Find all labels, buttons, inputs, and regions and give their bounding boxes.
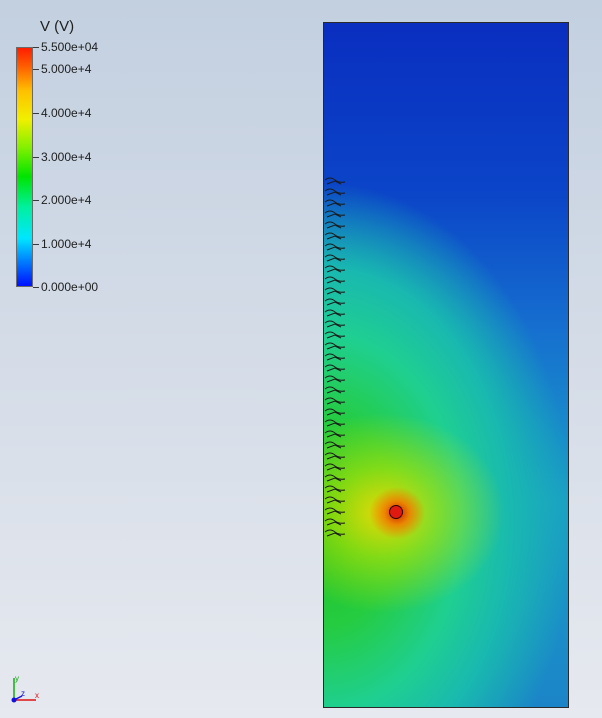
legend-tick-30000: 3.000e+4 [32,150,92,164]
mesh-mark [324,507,346,515]
legend-tick-40000: 4.000e+4 [32,106,92,120]
legend-tick-min: 0.000e+00 [32,280,99,294]
mesh-mark [324,331,346,339]
mesh-mark [324,210,346,218]
mesh-mark [324,254,346,262]
mesh-mark [324,221,346,229]
mesh-mark [324,298,346,306]
mesh-mark [324,188,346,196]
triad-origin [11,697,17,703]
mesh-mark [324,243,346,251]
mesh-mark [324,232,346,240]
mesh-mark [324,496,346,504]
mesh-mark [324,375,346,383]
simulation-viewport[interactable] [323,22,569,708]
mesh-mark [324,177,346,185]
mesh-mark [324,452,346,460]
mesh-mark [324,463,346,471]
legend-tick-max: 5.500e+04 [32,40,99,54]
legend-tick-20000: 2.000e+4 [32,193,92,207]
legend-tick-10000: 1.000e+4 [32,237,92,251]
mesh-mark [324,199,346,207]
orientation-axes-triad[interactable]: y z x [8,674,42,706]
mesh-mark [324,419,346,427]
mesh-mark [324,430,346,438]
edge-mesh-boundary [324,177,346,537]
mesh-mark [324,441,346,449]
mesh-mark [324,276,346,284]
mesh-mark [324,353,346,361]
triad-label-x: x [35,691,39,700]
mesh-mark [324,529,346,537]
mesh-mark [324,485,346,493]
legend-tick-50000: 5.000e+4 [32,62,92,76]
mesh-mark [324,364,346,372]
electrode-marker[interactable] [389,505,403,519]
mesh-mark [324,309,346,317]
triad-label-z: z [21,689,25,698]
mesh-mark [324,408,346,416]
mesh-mark [324,386,346,394]
triad-label-y: y [15,674,19,683]
mesh-mark [324,397,346,405]
mesh-mark [324,265,346,273]
legend-title: V (V) [40,18,75,35]
mesh-mark [324,287,346,295]
color-scale-bar [16,47,33,287]
mesh-mark [324,474,346,482]
mesh-mark [324,342,346,350]
mesh-mark [324,320,346,328]
mesh-mark [324,518,346,526]
